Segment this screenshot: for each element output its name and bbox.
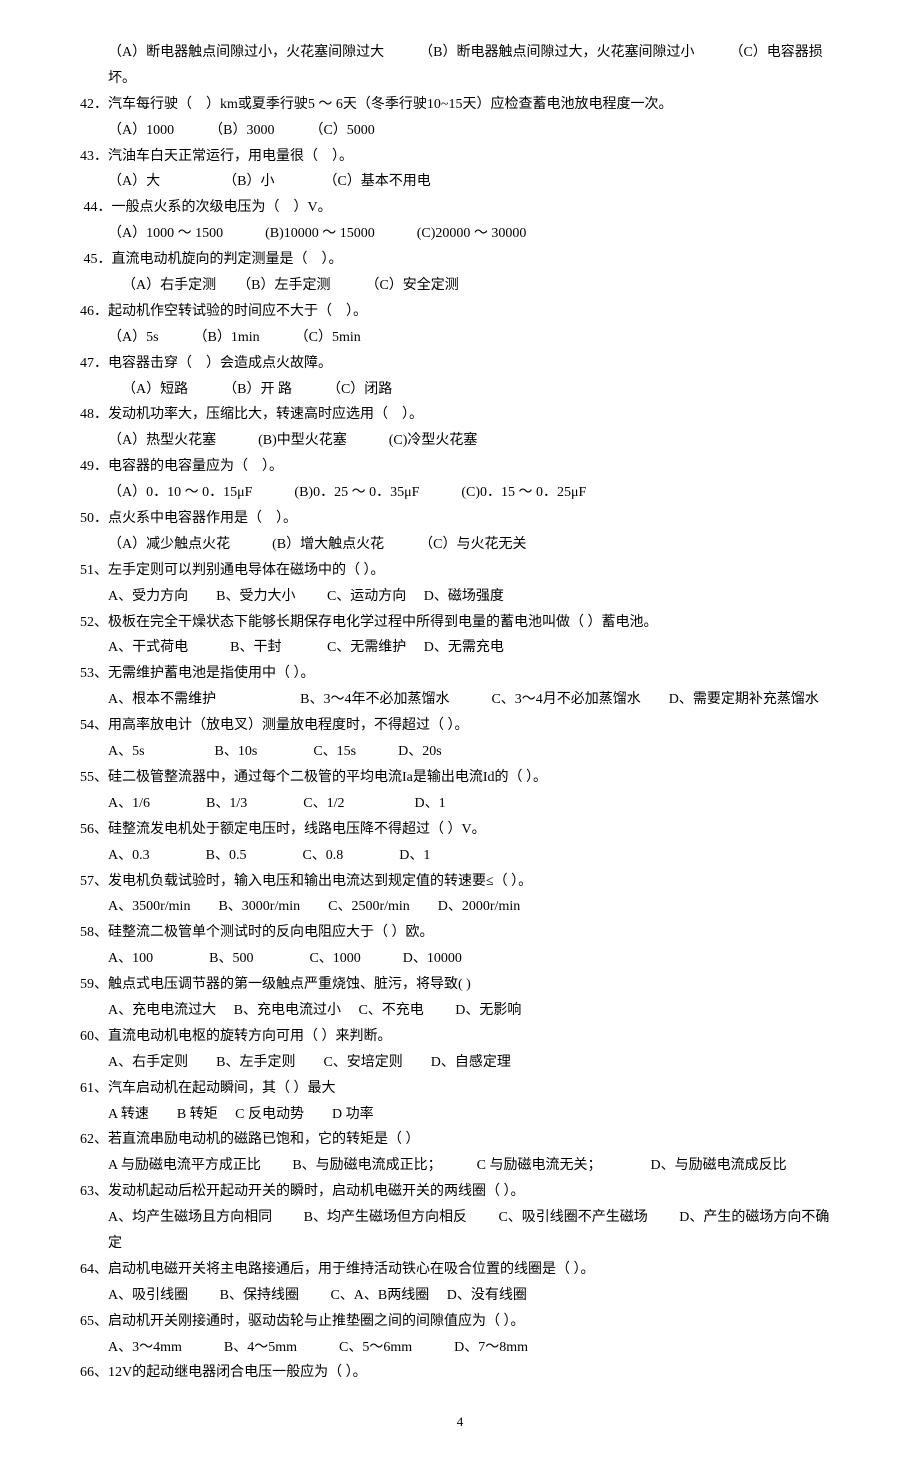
text-line: 54、用高率放电计（放电叉）测量放电程度时，不得超过（ ）。 — [80, 713, 840, 739]
text-line: 49．电容器的电容量应为（ ）。 — [80, 454, 840, 480]
text-line: A、根本不需维护 B、3～4年不必加蒸馏水 C、3～4月不必加蒸馏水 D、需要定… — [80, 687, 840, 713]
text-line: 57、发电机负载试验时，输入电压和输出电流达到规定值的转速要≤（ ）。 — [80, 869, 840, 895]
text-line: 46．起动机作空转试验的时间应不大于（ ）。 — [80, 299, 840, 325]
text-line: 53、无需维护蓄电池是指使用中（ ）。 — [80, 661, 840, 687]
text-line: 48．发动机功率大，压缩比大，转速高时应选用（ ）。 — [80, 402, 840, 428]
text-line: （A）5s （B）1min （C）5min — [80, 325, 840, 351]
text-line: 50．点火系中电容器作用是（ ）。 — [80, 506, 840, 532]
text-line: 64、启动机电磁开关将主电路接通后，用于维持活动铁心在吸合位置的线圈是（ ）。 — [80, 1257, 840, 1283]
text-line: 52、极板在完全干燥状态下能够长期保存电化学过程中所得到电量的蓄电池叫做（ ）蓄… — [80, 610, 840, 636]
text-line: 65、启动机开关刚接通时，驱动齿轮与止推垫圈之间的间隙值应为（ ）。 — [80, 1309, 840, 1335]
text-line: 43．汽油车白天正常运行，用电量很（ ）。 — [80, 144, 840, 170]
text-line: A、3～4mm B、4～5mm C、5～6mm D、7～8mm — [80, 1335, 840, 1361]
text-line: A、0.3 B、0.5 C、0.8 D、1 — [80, 843, 840, 869]
text-line: 51、左手定则可以判别通电导体在磁场中的（ ）。 — [80, 558, 840, 584]
text-line: 59、触点式电压调节器的第一级触点严重烧蚀、脏污，将导致( ) — [80, 972, 840, 998]
text-line: 61、汽车启动机在起动瞬间，其（ ）最大 — [80, 1076, 840, 1102]
text-line: 62、若直流串励电动机的磁路已饱和，它的转矩是（ ） — [80, 1127, 840, 1153]
text-line: 58、硅整流二极管单个测试时的反向电阻应大于（ ）欧。 — [80, 920, 840, 946]
text-line: （A）0．10 ～ 0．15μF (B)0．25 ～ 0．35μF (C)0．1… — [80, 480, 840, 506]
text-line: （A）右手定测 （B）左手定测 （C）安全定测 — [80, 273, 840, 299]
text-line: （A）大 （B）小 （C）基本不用电 — [80, 169, 840, 195]
text-line: A、3500r/min B、3000r/min C、2500r/min D、20… — [80, 894, 840, 920]
text-line: A、充电电流过大 B、充电电流过小 C、不充电 D、无影响 — [80, 998, 840, 1024]
text-line: A、吸引线圈 B、保持线圈 C、A、B两线圈 D、没有线圈 — [80, 1283, 840, 1309]
text-line: A、100 B、500 C、1000 D、10000 — [80, 946, 840, 972]
text-line: A 与励磁电流平方成正比 B、与励磁电流成正比； C 与励磁电流无关； D、与励… — [80, 1153, 840, 1179]
text-line: A、均产生磁场且方向相同 B、均产生磁场但方向相反 C、吸引线圈不产生磁场 D、… — [80, 1205, 840, 1257]
text-line: （A）断电器触点间隙过小，火花塞间隙过大 （B）断电器触点间隙过大，火花塞间隙过… — [80, 40, 840, 92]
text-line: （A）短路 （B）开 路 （C）闭路 — [80, 377, 840, 403]
text-line: A 转速 B 转矩 C 反电动势 D 功率 — [80, 1102, 840, 1128]
text-line: 66、12V的起动继电器闭合电压一般应为（ ）。 — [80, 1360, 840, 1386]
text-line: （A）1000 （B）3000 （C）5000 — [80, 118, 840, 144]
text-line: A、受力方向 B、受力大小 C、运动方向 D、磁场强度 — [80, 584, 840, 610]
text-line: 45．直流电动机旋向的判定测量是（ ）。 — [80, 247, 840, 273]
text-line: A、干式荷电 B、干封 C、无需维护 D、无需充电 — [80, 635, 840, 661]
text-line: 42．汽车每行驶（ ）km或夏季行驶5 ～ 6天（冬季行驶10~15天）应检查蓄… — [80, 92, 840, 118]
text-line: A、右手定则 B、左手定则 C、安培定则 D、自感定理 — [80, 1050, 840, 1076]
text-line: （A）热型火花塞 (B)中型火花塞 (C)冷型火花塞 — [80, 428, 840, 454]
text-line: A、5s B、10s C、15s D、20s — [80, 739, 840, 765]
text-line: （A）1000 ～ 1500 (B)10000 ～ 15000 (C)20000… — [80, 221, 840, 247]
text-line: 60、直流电动机电枢的旋转方向可用（ ）来判断。 — [80, 1024, 840, 1050]
text-line: 44．一般点火系的次级电压为（ ）V。 — [80, 195, 840, 221]
text-line: 56、硅整流发电机处于额定电压时，线路电压降不得超过（ ）V。 — [80, 817, 840, 843]
text-line: （A）减少触点火花 (B）增大触点火花 （C）与火花无关 — [80, 532, 840, 558]
text-line: 55、硅二极管整流器中，通过每个二极管的平均电流Ia是输出电流Id的（ ）。 — [80, 765, 840, 791]
text-line: A、1/6 B、1/3 C、1/2 D、1 — [80, 791, 840, 817]
page-number: 4 — [80, 1410, 840, 1434]
text-line: 47．电容器击穿（ ）会造成点火故障。 — [80, 351, 840, 377]
question-list: （A）断电器触点间隙过小，火花塞间隙过大 （B）断电器触点间隙过大，火花塞间隙过… — [80, 40, 840, 1386]
text-line: 63、发动机起动后松开起动开关的瞬时，启动机电磁开关的两线圈（ ）。 — [80, 1179, 840, 1205]
